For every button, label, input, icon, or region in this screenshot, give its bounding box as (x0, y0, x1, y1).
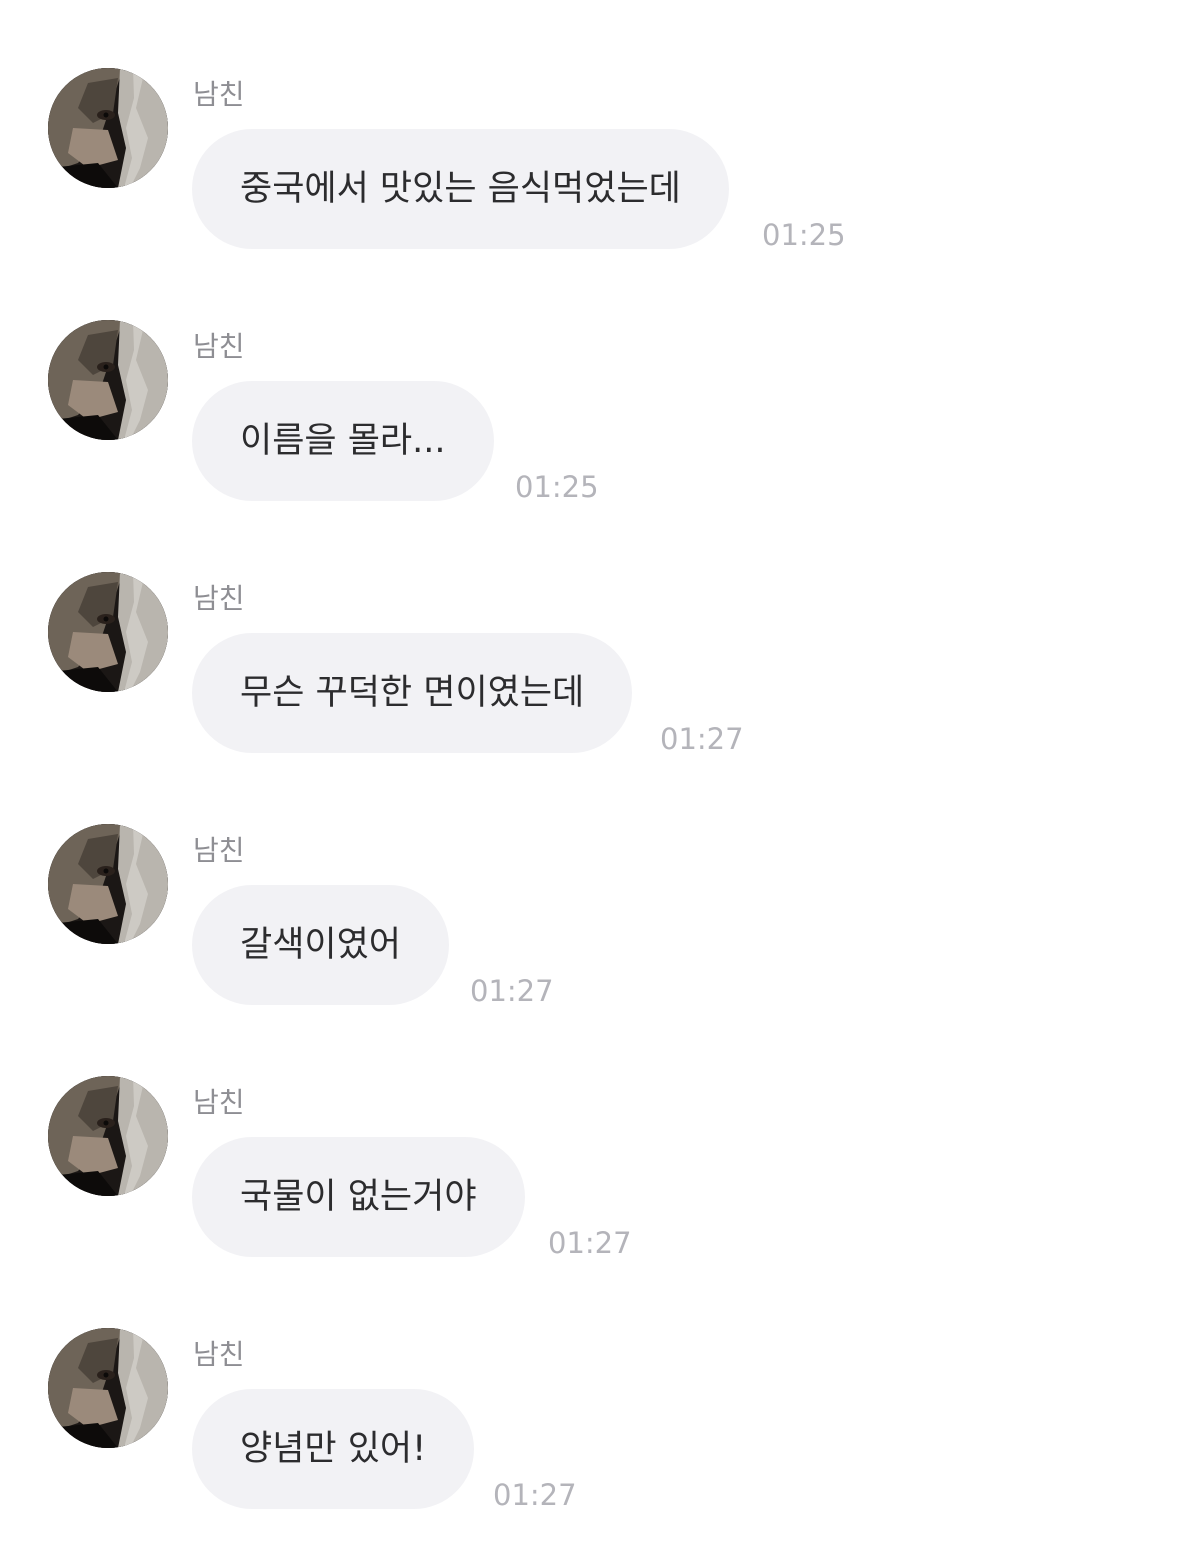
message-timestamp: 01:27 (660, 722, 744, 756)
message-timestamp: 01:25 (515, 470, 599, 504)
message-bubble[interactable]: 국물이 없는거야 (192, 1137, 525, 1257)
avatar[interactable] (48, 68, 168, 188)
avatar[interactable] (48, 824, 168, 944)
message-bubble[interactable]: 양념만 있어! (192, 1389, 475, 1509)
avatar[interactable] (48, 1328, 168, 1448)
chat-message-list[interactable]: 남친 중국에서 맛있는 음식먹었는데 01:25 남친 이름을 몰라... 01… (0, 0, 1178, 1568)
avatar[interactable] (48, 320, 168, 440)
message-bubble[interactable]: 중국에서 맛있는 음식먹었는데 (192, 129, 729, 249)
message-timestamp: 01:25 (762, 218, 846, 252)
profile-photo-icon (48, 1328, 168, 1448)
message-row: 남친 무슨 꾸덕한 면이였는데 01:27 (0, 572, 1178, 772)
profile-photo-icon (48, 68, 168, 188)
message-row: 남친 국물이 없는거야 01:27 (0, 1076, 1178, 1276)
profile-photo-icon (48, 1076, 168, 1196)
profile-photo-icon (48, 572, 168, 692)
sender-name: 남친 (193, 330, 245, 363)
message-row: 남친 양념만 있어! 01:27 (0, 1328, 1178, 1528)
message-timestamp: 01:27 (548, 1226, 632, 1260)
sender-name: 남친 (193, 78, 245, 111)
profile-photo-icon (48, 824, 168, 944)
message-row: 남친 갈색이였어 01:27 (0, 824, 1178, 1024)
message-timestamp: 01:27 (493, 1478, 577, 1512)
profile-photo-icon (48, 320, 168, 440)
message-bubble[interactable]: 무슨 꾸덕한 면이였는데 (192, 633, 633, 753)
sender-name: 남친 (193, 1086, 245, 1119)
message-row: 남친 중국에서 맛있는 음식먹었는데 01:25 (0, 68, 1178, 268)
sender-name: 남친 (193, 834, 245, 867)
avatar[interactable] (48, 1076, 168, 1196)
avatar[interactable] (48, 572, 168, 692)
message-bubble[interactable]: 갈색이였어 (192, 885, 450, 1005)
sender-name: 남친 (193, 1338, 245, 1371)
message-timestamp: 01:27 (470, 974, 554, 1008)
message-bubble[interactable]: 이름을 몰라... (192, 381, 494, 501)
message-row: 남친 이름을 몰라... 01:25 (0, 320, 1178, 520)
sender-name: 남친 (193, 582, 245, 615)
